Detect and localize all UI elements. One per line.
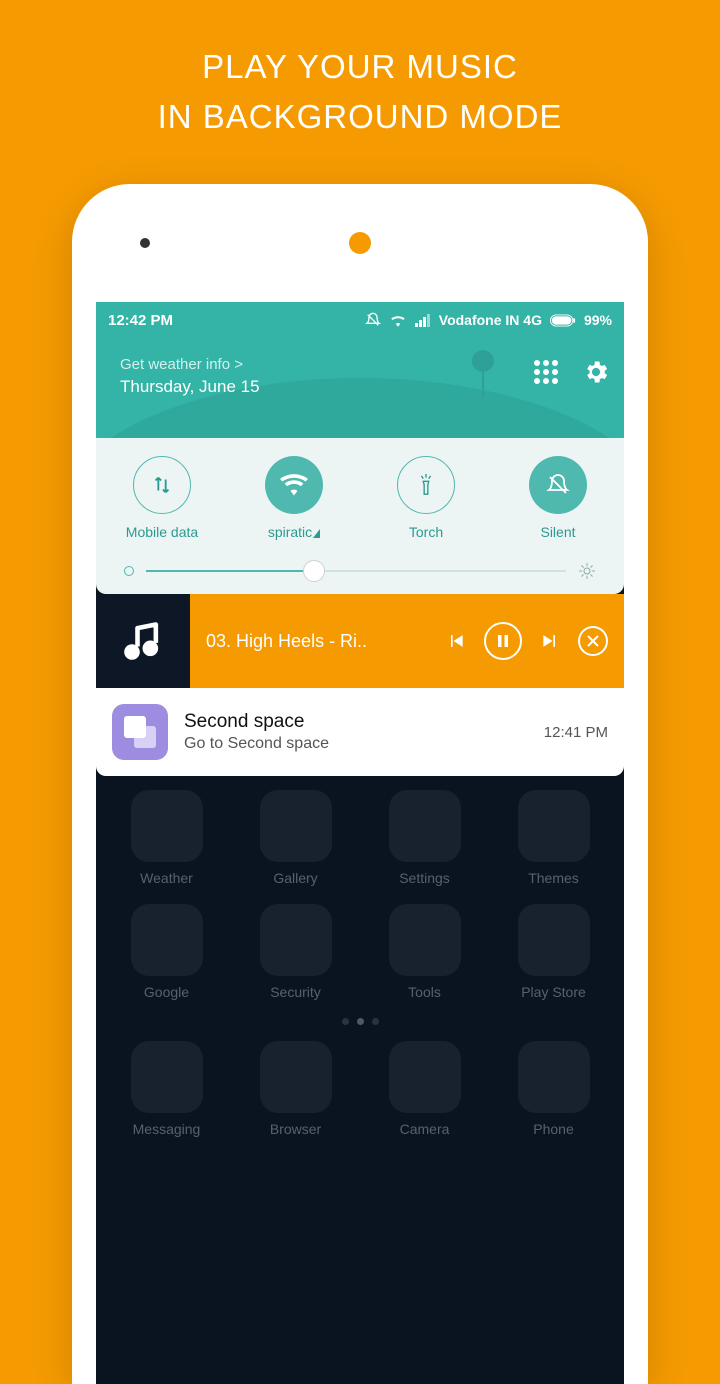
app-icon bbox=[131, 904, 203, 976]
app-label: Themes bbox=[528, 870, 579, 886]
app-weather[interactable]: Weather bbox=[112, 790, 222, 886]
app-icon bbox=[260, 904, 332, 976]
notif-subtitle: Go to Second space bbox=[184, 735, 528, 753]
qs-silent[interactable]: Silent bbox=[508, 456, 608, 540]
app-icon bbox=[518, 904, 590, 976]
qs-mobile-data[interactable]: Mobile data bbox=[112, 456, 212, 540]
app-icon bbox=[389, 790, 461, 862]
app-tools[interactable]: Tools bbox=[370, 904, 480, 1000]
notif-title: Second space bbox=[184, 711, 528, 733]
page-dots bbox=[102, 1018, 618, 1025]
qs-label: Torch bbox=[409, 524, 443, 540]
app-security[interactable]: Security bbox=[241, 904, 351, 1000]
status-battery: 99% bbox=[584, 312, 612, 328]
notification-header: Get weather info > Thursday, June 15 bbox=[96, 338, 624, 438]
promo-line-1: PLAY YOUR MUSIC bbox=[0, 42, 720, 92]
phone-frame: 12:42 PM Vodafone IN 4G 99% Get weather … bbox=[72, 184, 648, 1384]
notif-time: 12:41 PM bbox=[544, 724, 608, 741]
app-label: Messaging bbox=[133, 1121, 201, 1137]
music-notification: 03. High Heels - Ri.. bbox=[96, 594, 624, 688]
qs-wifi[interactable]: spiratic bbox=[244, 456, 344, 540]
app-icon bbox=[389, 904, 461, 976]
app-label: Security bbox=[270, 984, 321, 1000]
app-label: Phone bbox=[533, 1121, 573, 1137]
app-label: Google bbox=[144, 984, 189, 1000]
phone-camera bbox=[349, 232, 371, 254]
app-label: Browser bbox=[270, 1121, 321, 1137]
bell-off-icon bbox=[546, 473, 570, 497]
qs-label: spiratic bbox=[268, 524, 320, 540]
app-label: Camera bbox=[400, 1121, 450, 1137]
app-play-store[interactable]: Play Store bbox=[499, 904, 609, 1000]
app-google[interactable]: Google bbox=[112, 904, 222, 1000]
app-label: Play Store bbox=[521, 984, 586, 1000]
app-gallery[interactable]: Gallery bbox=[241, 790, 351, 886]
qs-label: Mobile data bbox=[126, 524, 198, 540]
prev-button[interactable] bbox=[446, 631, 466, 651]
app-phone[interactable]: Phone bbox=[499, 1041, 609, 1137]
brightness-slider[interactable] bbox=[96, 540, 624, 580]
app-label: Tools bbox=[408, 984, 441, 1000]
app-icon bbox=[131, 790, 203, 862]
app-icon bbox=[131, 1041, 203, 1113]
updown-icon bbox=[151, 474, 173, 496]
app-icon bbox=[260, 790, 332, 862]
app-label: Settings bbox=[399, 870, 450, 886]
grid-button[interactable] bbox=[532, 358, 560, 386]
qs-label: Silent bbox=[540, 524, 575, 540]
sun-icon bbox=[578, 562, 596, 580]
app-icon bbox=[518, 790, 590, 862]
phone-sensor bbox=[140, 238, 150, 248]
app-themes[interactable]: Themes bbox=[499, 790, 609, 886]
wifi-icon bbox=[389, 313, 407, 327]
app-icon bbox=[260, 1041, 332, 1113]
app-label: Gallery bbox=[273, 870, 317, 886]
promo-text: PLAY YOUR MUSIC IN BACKGROUND MODE bbox=[0, 0, 720, 141]
music-note-icon bbox=[121, 619, 165, 663]
home-screen: Weather Gallery Settings Themes Google Secur… bbox=[96, 776, 624, 1137]
promo-line-2: IN BACKGROUND MODE bbox=[0, 92, 720, 142]
status-carrier: Vodafone IN 4G bbox=[439, 312, 542, 328]
status-time: 12:42 PM bbox=[108, 312, 173, 329]
second-space-icon bbox=[112, 704, 168, 760]
app-label: Weather bbox=[140, 870, 193, 886]
bell-off-icon bbox=[365, 312, 381, 328]
phone-screen: 12:42 PM Vodafone IN 4G 99% Get weather … bbox=[96, 302, 624, 1384]
app-icon bbox=[389, 1041, 461, 1113]
wifi-icon bbox=[280, 474, 308, 496]
app-settings[interactable]: Settings bbox=[370, 790, 480, 886]
app-icon bbox=[518, 1041, 590, 1113]
weather-link[interactable]: Get weather info > bbox=[120, 356, 260, 373]
header-date: Thursday, June 15 bbox=[120, 377, 260, 397]
status-bar: 12:42 PM Vodafone IN 4G 99% bbox=[96, 302, 624, 338]
second-space-notification[interactable]: Second space Go to Second space 12:41 PM bbox=[96, 688, 624, 776]
close-button[interactable] bbox=[578, 626, 608, 656]
status-right: Vodafone IN 4G 99% bbox=[365, 312, 612, 328]
pause-button[interactable] bbox=[484, 622, 522, 660]
music-art[interactable] bbox=[96, 594, 190, 688]
signal-icon bbox=[415, 313, 431, 327]
app-camera[interactable]: Camera bbox=[370, 1041, 480, 1137]
app-browser[interactable]: Browser bbox=[241, 1041, 351, 1137]
gear-icon[interactable] bbox=[582, 358, 610, 386]
quick-settings: Mobile data spiratic Torch Silent bbox=[96, 438, 624, 594]
next-button[interactable] bbox=[540, 631, 560, 651]
qs-torch[interactable]: Torch bbox=[376, 456, 476, 540]
music-title: 03. High Heels - Ri.. bbox=[206, 631, 428, 652]
battery-icon bbox=[550, 314, 576, 327]
app-messaging[interactable]: Messaging bbox=[112, 1041, 222, 1137]
torch-icon bbox=[415, 472, 437, 498]
brightness-min-icon bbox=[124, 566, 134, 576]
